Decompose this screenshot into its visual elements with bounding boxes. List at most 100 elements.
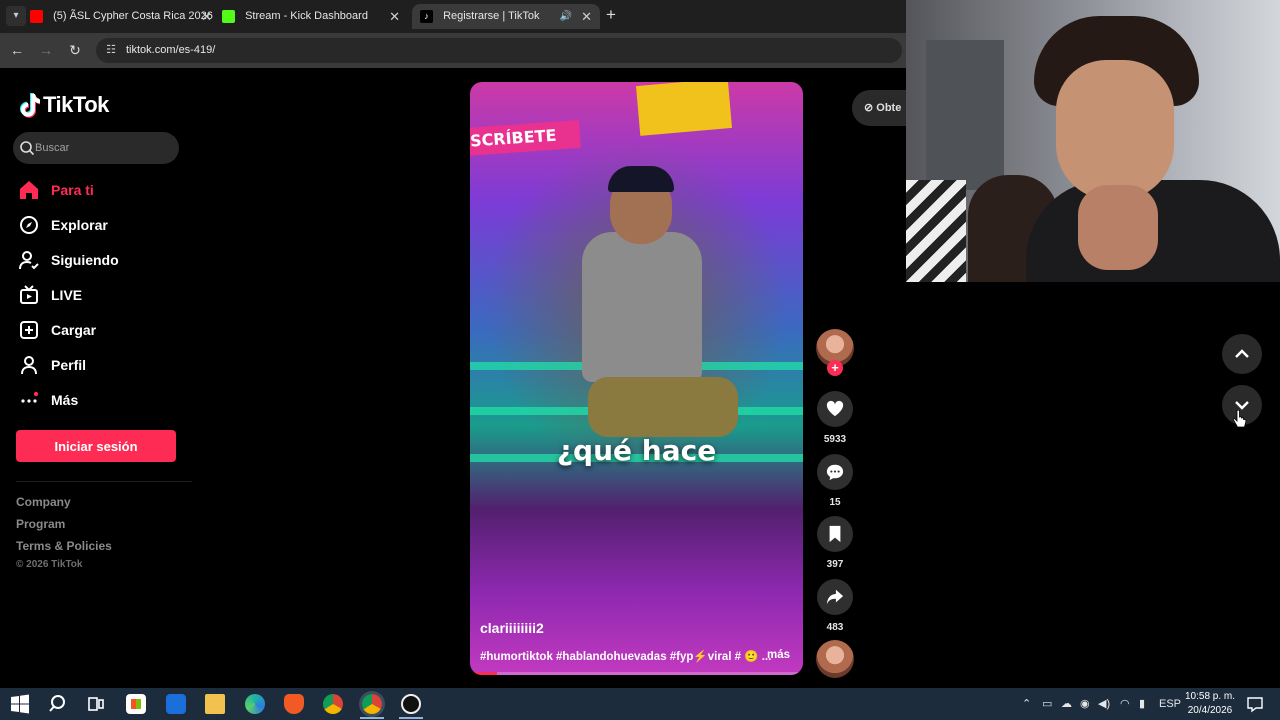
share-arrow-icon [826, 589, 844, 605]
nav-item-live[interactable]: LIVE [18, 280, 82, 310]
chevron-up-icon [1235, 349, 1249, 358]
youtube-favicon-icon [30, 9, 43, 23]
nav-label: Más [51, 392, 79, 408]
tray-app-icon[interactable]: ◉ [1080, 688, 1090, 720]
video-more-link[interactable]: más [767, 649, 790, 661]
reload-icon[interactable]: ↻ [66, 41, 84, 59]
tray-battery-icon[interactable]: ▭ [1042, 688, 1052, 720]
person-icon [18, 354, 40, 376]
active-app-indicator [360, 717, 384, 719]
taskbar-search-icon[interactable] [49, 694, 69, 714]
footer-link-company[interactable]: Company [16, 495, 71, 509]
save-button[interactable] [817, 516, 853, 552]
video-person-body [582, 232, 702, 382]
nav-label: LIVE [51, 287, 83, 303]
tray-mic-icon[interactable]: ▮ [1139, 688, 1145, 720]
nav-label: Explorar [51, 217, 108, 233]
tab-title: Stream - Kick Dashboard [245, 10, 368, 22]
login-button[interactable]: Iniciar sesión [16, 430, 176, 462]
like-button[interactable] [817, 391, 853, 427]
webcam-striped-cloth [906, 180, 966, 282]
tab-title: Registrarse | TikTok [443, 10, 540, 22]
share-button[interactable] [817, 579, 853, 615]
comment-button[interactable] [817, 454, 853, 490]
more-dots-icon [18, 389, 40, 411]
nav-item-perfil[interactable]: Perfil [18, 350, 86, 380]
nav-item-explorar[interactable]: Explorar [18, 210, 108, 240]
windows-start-icon[interactable] [10, 694, 30, 714]
video-caption: ¿qué hace [556, 434, 717, 467]
tiktok-note-icon [20, 93, 40, 118]
video-description[interactable]: #humortiktok #hablandohuevadas #fyp⚡vira… [480, 649, 780, 663]
previous-video-button[interactable] [1222, 334, 1262, 374]
clock-date: 20/4/2026 [1187, 705, 1233, 716]
tray-wifi-icon[interactable]: ◠ [1120, 688, 1130, 720]
video-person-shorts [588, 377, 738, 437]
nav-item-cargar[interactable]: Cargar [18, 315, 96, 345]
search-icon [20, 141, 35, 156]
comment-icon [826, 464, 844, 481]
next-creator-avatar[interactable] [816, 640, 854, 678]
tiktok-logo[interactable]: TikTok [18, 90, 109, 120]
close-tab-icon[interactable]: ✕ [581, 4, 592, 29]
tab-title: (5) ÃSL Cypher Costa Rica 2026 [53, 10, 213, 22]
nav-label: Para ti [51, 182, 94, 198]
webcam-overlay [906, 0, 1280, 282]
get-app-button[interactable]: ⊘ Obte [852, 90, 912, 126]
get-app-icon: ⊘ [864, 102, 874, 114]
heart-icon [826, 400, 844, 417]
close-tab-icon[interactable]: ✕ [201, 4, 212, 29]
logo-text: TikTok [43, 92, 109, 117]
back-arrow-icon[interactable]: ← [8, 41, 26, 59]
footer-link-terms[interactable]: Terms & Policies [16, 539, 112, 553]
home-icon [18, 179, 40, 201]
nav-item-mas[interactable]: Más [18, 385, 78, 415]
user-follow-icon [18, 249, 40, 271]
search-input[interactable] [35, 138, 171, 158]
obs-studio-icon[interactable] [401, 694, 421, 714]
chrome-browser-icon[interactable] [323, 694, 343, 714]
video-author[interactable]: clariiiiiiii2 [480, 620, 544, 636]
taskbar-clock[interactable]: 10:58 p. m. 20/4/2026 [1180, 690, 1240, 718]
sidebar-divider [16, 481, 192, 482]
follow-plus-icon[interactable]: + [827, 360, 843, 376]
footer-link-program[interactable]: Program [16, 517, 65, 531]
new-tab-button[interactable]: + [606, 5, 616, 25]
search-box[interactable] [13, 132, 179, 164]
chrome-active-icon[interactable] [362, 694, 382, 714]
copyright-text: © 2026 TikTok [16, 559, 83, 570]
close-tab-icon[interactable]: ✕ [389, 4, 400, 29]
store-app-icon[interactable] [126, 694, 146, 714]
task-view-icon[interactable] [86, 694, 106, 714]
edge-browser-icon[interactable] [245, 694, 265, 714]
video-person-cap [608, 166, 674, 192]
tab-youtube[interactable]: (5) ÃSL Cypher Costa Rica 2026 ✕ [30, 4, 220, 29]
video-progress-bar[interactable] [470, 672, 803, 675]
tray-language[interactable]: ESP [1159, 688, 1181, 720]
tray-cloud-icon[interactable]: ☁ [1061, 688, 1072, 720]
url-field[interactable]: ☷ tiktok.com/es-419/ [96, 38, 902, 63]
site-settings-icon[interactable]: ☷ [104, 43, 118, 57]
tab-tiktok[interactable]: ♪ Registrarse | TikTok 🔊 ✕ [412, 4, 600, 29]
speaker-icon[interactable]: 🔊 [560, 4, 572, 29]
nav-label: Siguiendo [51, 252, 119, 268]
video-sign-decoration [635, 82, 733, 136]
tray-chevron-up-icon[interactable]: ⌃ [1022, 688, 1031, 720]
video-player[interactable]: SCRÍBETE ¿qué hace clariiiiiiii2 #humort… [470, 82, 803, 675]
forward-arrow-icon[interactable]: → [37, 41, 55, 59]
brave-browser-icon[interactable] [284, 694, 304, 714]
nav-item-para-ti[interactable]: Para ti [18, 175, 94, 205]
webcam-person-hand [1078, 185, 1158, 270]
tab-kick[interactable]: Stream - Kick Dashboard ✕ [222, 4, 408, 29]
nav-item-siguiendo[interactable]: Siguiendo [18, 245, 119, 275]
clock-time: 10:58 p. m. [1184, 691, 1236, 702]
notifications-icon[interactable] [1245, 694, 1265, 714]
outlook-app-icon[interactable] [166, 694, 186, 714]
running-app-indicator [399, 717, 423, 719]
like-count: 5933 [823, 434, 847, 445]
tab-search-button[interactable]: ▾ [6, 6, 26, 26]
file-explorer-icon[interactable] [205, 694, 225, 714]
tray-volume-icon[interactable]: ◀) [1098, 688, 1110, 720]
browser-tab-bar: ▾ (5) ÃSL Cypher Costa Rica 2026 ✕ Strea… [0, 0, 906, 33]
save-count: 397 [826, 559, 844, 570]
